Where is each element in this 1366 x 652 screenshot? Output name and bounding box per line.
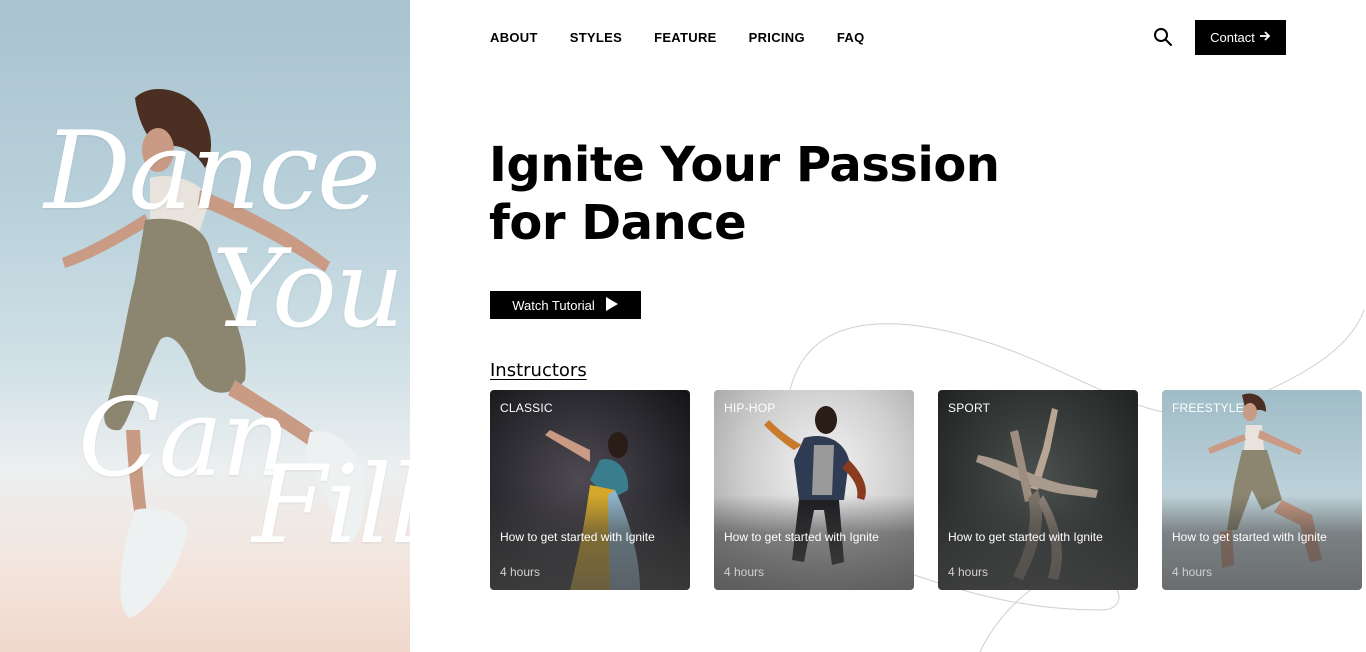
contact-button[interactable]: Contact bbox=[1195, 20, 1286, 55]
instructors-title[interactable]: Instructors bbox=[490, 360, 587, 381]
card-title: How to get started with Ignite bbox=[724, 530, 879, 544]
card-title: How to get started with Ignite bbox=[500, 530, 655, 544]
hero-script-word-1: Dance bbox=[44, 109, 381, 234]
arrow-right-icon bbox=[1259, 30, 1271, 45]
page-title-line-2: for Dance bbox=[489, 195, 747, 251]
card-title: How to get started with Ignite bbox=[948, 530, 1103, 544]
nav-pricing[interactable]: PRICING bbox=[749, 30, 805, 45]
card-tag: HIP-HOP bbox=[724, 401, 776, 415]
instructor-card-sport[interactable]: SPORT How to get started with Ignite 4 h… bbox=[938, 390, 1138, 590]
card-tag: FREESTYLE bbox=[1172, 401, 1244, 415]
instructor-cards: CLASSIC How to get started with Ignite 4… bbox=[490, 390, 1362, 590]
card-duration: 4 hours bbox=[948, 565, 989, 579]
watch-tutorial-label: Watch Tutorial bbox=[512, 297, 595, 313]
hero-image: Dance You Can Fill bbox=[0, 0, 410, 652]
card-tag: CLASSIC bbox=[500, 401, 553, 415]
card-tag: SPORT bbox=[948, 401, 991, 415]
card-duration: 4 hours bbox=[1172, 565, 1213, 579]
nav-styles[interactable]: STYLES bbox=[570, 30, 622, 45]
card-duration: 4 hours bbox=[724, 565, 765, 579]
play-icon bbox=[605, 296, 619, 315]
hero-script-word-4: Fill bbox=[252, 443, 410, 568]
instructor-card-freestyle[interactable]: FREESTYLE How to get started with Ignite… bbox=[1162, 390, 1362, 590]
hero-script-word-2: You bbox=[212, 227, 404, 352]
page-title-line-1: Ignite Your Passion bbox=[489, 137, 1000, 193]
nav-about[interactable]: ABOUT bbox=[490, 30, 538, 45]
card-duration: 4 hours bbox=[500, 565, 541, 579]
card-title: How to get started with Ignite bbox=[1172, 530, 1327, 544]
nav-faq[interactable]: FAQ bbox=[837, 30, 865, 45]
nav-feature[interactable]: FEATURE bbox=[654, 30, 717, 45]
page-title: Ignite Your Passion for Dance bbox=[489, 136, 1000, 252]
contact-button-label: Contact bbox=[1210, 30, 1255, 45]
watch-tutorial-button[interactable]: Watch Tutorial bbox=[490, 291, 641, 319]
search-icon[interactable] bbox=[1153, 27, 1173, 47]
instructor-card-hip-hop[interactable]: HIP-HOP How to get started with Ignite 4… bbox=[714, 390, 914, 590]
instructor-card-classic[interactable]: CLASSIC How to get started with Ignite 4… bbox=[490, 390, 690, 590]
main-nav: ABOUT STYLES FEATURE PRICING FAQ bbox=[490, 30, 865, 45]
